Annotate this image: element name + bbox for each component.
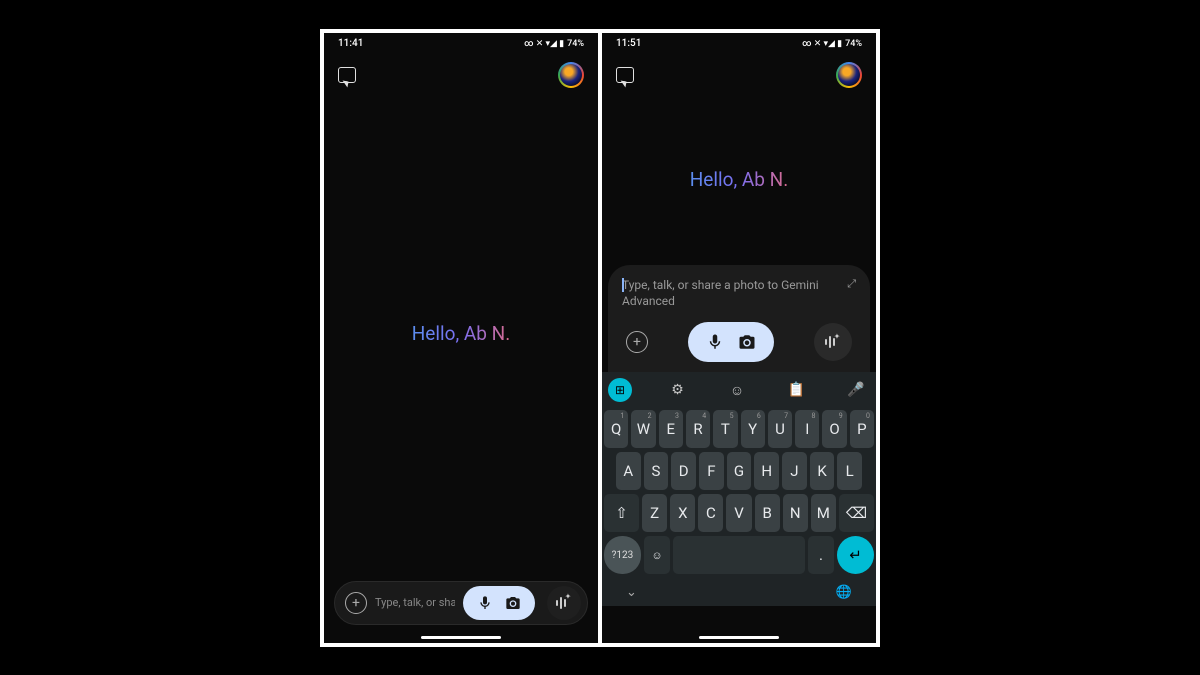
keyboard-rows: Q1W2E3R4T5Y6U7I8O9P0 ASDFGHJKL ⇧ZXCVBNM⌫… bbox=[602, 408, 876, 574]
phone-screen-1: 11:41 ∞ ✕ ▾◢ ▮ 74% Hello, Ab N. + Type, … bbox=[324, 33, 598, 643]
settings-gear-icon[interactable]: ⚙ bbox=[664, 376, 692, 404]
key-h[interactable]: H bbox=[754, 452, 779, 490]
emoji-tool-icon[interactable]: ☺ bbox=[723, 376, 751, 404]
comparison-frame: 11:41 ∞ ✕ ▾◢ ▮ 74% Hello, Ab N. + Type, … bbox=[320, 29, 880, 647]
on-screen-keyboard: ⊞ ⚙ ☺ 📋 🎤 Q1W2E3R4T5Y6U7I8O9P0 ASDFGHJKL… bbox=[602, 372, 876, 606]
greeting-area: Hello, Ab N. bbox=[324, 95, 598, 573]
key-row-4: ?123 ☺ . ↵ bbox=[604, 536, 874, 574]
status-indicators: ∞ ✕ ▾◢ ▮ 74% bbox=[524, 39, 584, 49]
camera-icon[interactable] bbox=[505, 595, 521, 611]
key-g[interactable]: G bbox=[727, 452, 752, 490]
add-button[interactable]: + bbox=[626, 331, 648, 353]
phone-screen-2: 11:51 ∞ ✕ ▾◢ ▮ 74% Hello, Ab N. Type, ta… bbox=[602, 33, 876, 643]
key-row-1: Q1W2E3R4T5Y6U7I8O9P0 bbox=[604, 410, 874, 448]
mic-icon[interactable] bbox=[477, 595, 493, 611]
camera-icon[interactable] bbox=[738, 333, 756, 351]
status-time: 11:41 bbox=[338, 38, 363, 49]
key-i[interactable]: I8 bbox=[795, 410, 819, 448]
input-pill[interactable]: + Type, talk, or share... ✦ bbox=[334, 581, 588, 625]
nav-handle[interactable] bbox=[699, 636, 779, 639]
keyboard-toolbar: ⊞ ⚙ ☺ 📋 🎤 bbox=[602, 372, 876, 408]
collapse-keyboard-icon[interactable]: ⌄ bbox=[626, 585, 637, 600]
key-t[interactable]: T5 bbox=[713, 410, 737, 448]
key-p[interactable]: P0 bbox=[850, 410, 874, 448]
status-bar: 11:51 ∞ ✕ ▾◢ ▮ 74% bbox=[602, 33, 876, 55]
greeting-text: Hello, Ab N. bbox=[690, 168, 789, 191]
content-area: Hello, Ab N. Type, talk, or share a phot… bbox=[602, 95, 876, 643]
profile-avatar[interactable] bbox=[558, 62, 584, 88]
space-key[interactable] bbox=[673, 536, 805, 574]
key-q[interactable]: Q1 bbox=[604, 410, 628, 448]
keyboard-bottom-bar: ⌄ 🌐 bbox=[602, 578, 876, 606]
key-j[interactable]: J bbox=[782, 452, 807, 490]
key-v[interactable]: V bbox=[726, 494, 751, 532]
app-top-bar bbox=[602, 55, 876, 95]
text-input[interactable]: Type, talk, or share a photo to Gemini A… bbox=[622, 277, 841, 311]
voice-input-icon[interactable]: 🎤 bbox=[842, 376, 870, 404]
grid-tool-icon[interactable]: ⊞ bbox=[608, 378, 632, 402]
greeting-area: Hello, Ab N. bbox=[602, 95, 876, 265]
profile-avatar[interactable] bbox=[836, 62, 862, 88]
key-l[interactable]: L bbox=[837, 452, 862, 490]
input-dock: + Type, talk, or share... ✦ bbox=[324, 573, 598, 643]
live-audio-button[interactable]: ✦ bbox=[547, 586, 581, 620]
sparkle-icon: ✦ bbox=[834, 332, 841, 341]
expanded-input-panel: Type, talk, or share a photo to Gemini A… bbox=[608, 265, 870, 373]
key-row-3: ⇧ZXCVBNM⌫ bbox=[604, 494, 874, 532]
key-x[interactable]: X bbox=[670, 494, 695, 532]
status-indicators: ∞ ✕ ▾◢ ▮ 74% bbox=[802, 39, 862, 49]
nav-handle[interactable] bbox=[421, 636, 501, 639]
shift-key[interactable]: ⇧ bbox=[604, 494, 639, 532]
key-b[interactable]: B bbox=[755, 494, 780, 532]
key-y[interactable]: Y6 bbox=[741, 410, 765, 448]
sparkle-icon: ✦ bbox=[565, 592, 572, 601]
key-w[interactable]: W2 bbox=[631, 410, 655, 448]
live-audio-button[interactable]: ✦ bbox=[814, 323, 852, 361]
key-k[interactable]: K bbox=[810, 452, 835, 490]
status-icons: ∞ ✕ ▾◢ ▮ bbox=[802, 39, 842, 49]
key-c[interactable]: C bbox=[698, 494, 723, 532]
enter-key[interactable]: ↵ bbox=[837, 536, 874, 574]
status-bar: 11:41 ∞ ✕ ▾◢ ▮ 74% bbox=[324, 33, 598, 55]
key-a[interactable]: A bbox=[616, 452, 641, 490]
clipboard-icon[interactable]: 📋 bbox=[783, 376, 811, 404]
mic-icon[interactable] bbox=[706, 333, 724, 351]
key-f[interactable]: F bbox=[699, 452, 724, 490]
text-cursor bbox=[622, 278, 624, 292]
key-s[interactable]: S bbox=[644, 452, 669, 490]
period-key[interactable]: . bbox=[808, 536, 834, 574]
mic-camera-pill bbox=[688, 322, 774, 362]
mic-camera-pill bbox=[463, 586, 535, 620]
key-r[interactable]: R4 bbox=[686, 410, 710, 448]
key-z[interactable]: Z bbox=[642, 494, 667, 532]
expand-icon[interactable]: ⤢ bbox=[847, 277, 856, 291]
app-top-bar bbox=[324, 55, 598, 95]
battery-percent: 74% bbox=[567, 39, 584, 49]
status-time: 11:51 bbox=[616, 38, 641, 49]
backspace-key[interactable]: ⌫ bbox=[839, 494, 874, 532]
chat-history-icon[interactable] bbox=[616, 67, 634, 83]
status-icons: ∞ ✕ ▾◢ ▮ bbox=[524, 39, 564, 49]
key-u[interactable]: U7 bbox=[768, 410, 792, 448]
add-button[interactable]: + bbox=[345, 592, 367, 614]
key-d[interactable]: D bbox=[671, 452, 696, 490]
battery-percent: 74% bbox=[845, 39, 862, 49]
key-n[interactable]: N bbox=[783, 494, 808, 532]
text-input[interactable]: Type, talk, or share... bbox=[375, 596, 455, 609]
globe-icon[interactable]: 🌐 bbox=[836, 585, 852, 600]
key-row-2: ASDFGHJKL bbox=[604, 452, 874, 490]
greeting-text: Hello, Ab N. bbox=[412, 322, 511, 345]
key-o[interactable]: O9 bbox=[822, 410, 846, 448]
chat-history-icon[interactable] bbox=[338, 67, 356, 83]
symbols-key[interactable]: ?123 bbox=[604, 536, 641, 574]
emoji-key[interactable]: ☺ bbox=[644, 536, 670, 574]
key-m[interactable]: M bbox=[811, 494, 836, 532]
key-e[interactable]: E3 bbox=[659, 410, 683, 448]
